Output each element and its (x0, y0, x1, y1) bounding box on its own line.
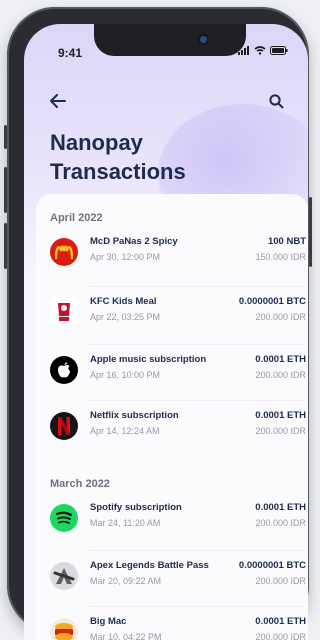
transaction-name: KFC Kids Meal (90, 296, 157, 307)
apex-legends-logo (50, 562, 78, 590)
page-title: Nanopay Transactions (50, 128, 186, 186)
camera (200, 36, 207, 43)
transaction-idr: 200.000 IDR (255, 632, 306, 640)
app-screen: 9:41 Nanopay Transactions April 2022 McD… (24, 24, 308, 640)
transaction-date: Apr 16, 10:00 PM (90, 370, 161, 380)
transaction-name: Spotify subscription (90, 502, 182, 513)
transaction-amount: 0.0001 ETH (255, 410, 306, 421)
volume-up-button (4, 167, 7, 213)
divider (90, 400, 304, 401)
transaction-row[interactable]: Netflix subscription Apr 14, 12:24 AM 0.… (46, 404, 306, 454)
section-header: April 2022 (50, 212, 103, 224)
volume-down-button (4, 223, 7, 269)
transaction-name: Apex Legends Battle Pass (90, 560, 209, 571)
section-header: March 2022 (50, 478, 110, 490)
transaction-amount: 0.0001 ETH (255, 354, 306, 365)
divider (90, 550, 304, 551)
transaction-row[interactable]: McD PaNas 2 Spicy Apr 30, 12:00 PM 100 N… (46, 230, 306, 280)
transaction-date: Apr 22, 03:25 PM (90, 312, 161, 322)
transaction-idr: 200.000 IDR (255, 426, 306, 436)
spotify-logo (50, 504, 78, 532)
transaction-idr: 200.000 IDR (255, 576, 306, 586)
transaction-date: Apr 30, 12:00 PM (90, 252, 161, 262)
transaction-row[interactable]: Big Mac Mar 10, 04:22 PM 0.0001 ETH 200.… (46, 610, 306, 640)
transaction-amount: 0.0000001 BTC (238, 560, 306, 571)
transaction-amount: 100 NBT (267, 236, 306, 247)
transaction-amount: 0.0001 ETH (255, 502, 306, 513)
transaction-idr: 200.000 IDR (255, 370, 306, 380)
transaction-amount: 0.0000001 BTC (238, 296, 306, 307)
mcdonalds-logo (50, 238, 78, 266)
transaction-name: Big Mac (90, 616, 127, 627)
burger-king-logo (50, 618, 78, 640)
divider (90, 606, 304, 607)
transaction-idr: 200.000 IDR (255, 518, 306, 528)
transaction-name: Apple music subscription (90, 354, 207, 365)
transaction-date: Mar 20, 09:22 AM (90, 576, 162, 586)
arrow-left-icon (50, 94, 66, 108)
divider (90, 286, 304, 287)
phone-frame: 9:41 Nanopay Transactions April 2022 McD… (4, 7, 312, 640)
transaction-date: Mar 10, 04:22 PM (90, 632, 162, 640)
back-button[interactable] (50, 94, 66, 113)
transaction-row[interactable]: Spotify subscription Mar 24, 11:20 AM 0.… (46, 496, 306, 546)
battery-icon (270, 46, 288, 55)
search-icon (269, 94, 284, 109)
transaction-date: Mar 24, 11:20 AM (90, 518, 161, 528)
divider (90, 344, 304, 345)
transaction-name: McD PaNas 2 Spicy (90, 236, 178, 247)
page-title-line2: Transactions (50, 159, 186, 184)
transaction-amount: 0.0001 ETH (255, 616, 306, 627)
transaction-idr: 200.000 IDR (255, 312, 306, 322)
search-button[interactable] (269, 94, 284, 114)
transaction-row[interactable]: Apple music subscription Apr 16, 10:00 P… (46, 348, 306, 398)
netflix-logo (50, 412, 78, 440)
status-time: 9:41 (58, 46, 83, 60)
transaction-date: Apr 14, 12:24 AM (90, 426, 160, 436)
apple-logo (50, 356, 78, 384)
mute-switch (4, 125, 7, 149)
status-icons (238, 46, 288, 55)
transaction-row[interactable]: KFC Kids Meal Apr 22, 03:25 PM 0.0000001… (46, 290, 306, 340)
wifi-icon (254, 46, 266, 55)
notch (94, 24, 246, 56)
page-title-line1: Nanopay (50, 130, 143, 155)
transaction-name: Netflix subscription (90, 410, 179, 421)
transaction-idr: 150.000 IDR (255, 252, 306, 262)
kfc-logo (50, 298, 78, 326)
transaction-row[interactable]: Apex Legends Battle Pass Mar 20, 09:22 A… (46, 554, 306, 604)
power-button (309, 197, 312, 267)
signal-icon (238, 46, 249, 55)
transactions-list: April 2022 McD PaNas 2 Spicy Apr 30, 12:… (36, 194, 308, 640)
